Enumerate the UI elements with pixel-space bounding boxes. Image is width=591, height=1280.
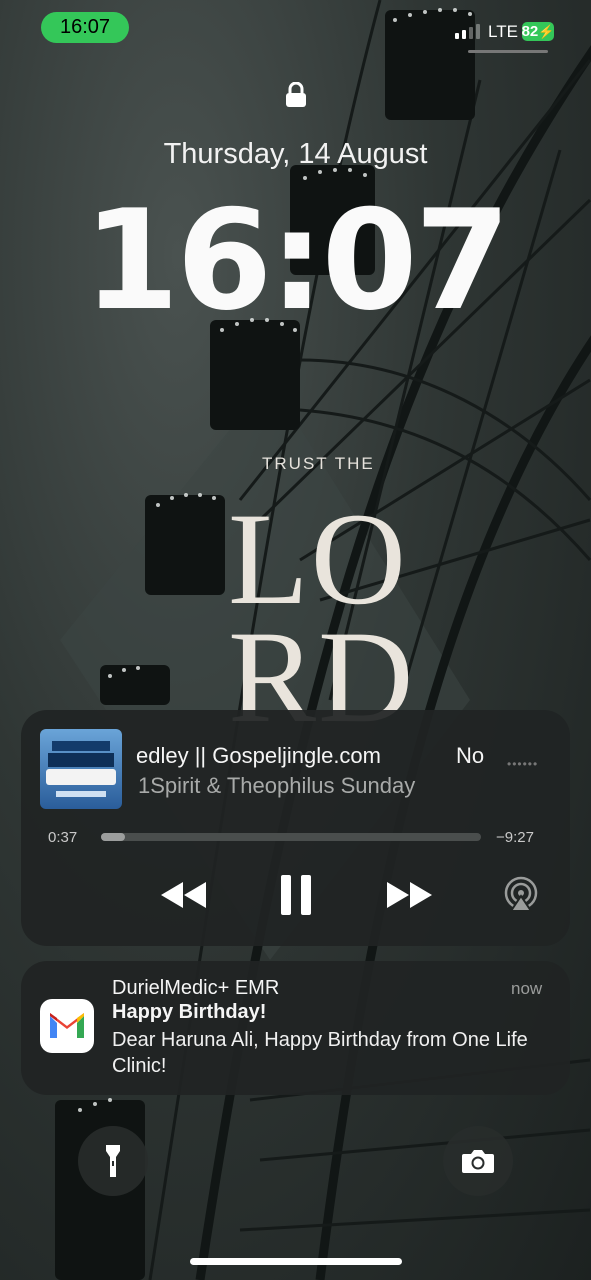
track-artist: 1Spirit & Theophilus Sunday — [138, 773, 416, 798]
notification-app-name: DurielMedic+ EMR — [112, 977, 280, 999]
rewind-button[interactable] — [156, 870, 212, 920]
notification-card[interactable]: DurielMedic+ EMR now Happy Birthday! Dea… — [21, 961, 570, 1095]
wallpaper-text-lord: LO RD — [228, 485, 415, 743]
battery-level: 82 — [521, 23, 539, 40]
track-title-continued: No — [456, 743, 485, 768]
album-artwork[interactable] — [40, 729, 122, 809]
cellular-signal-icon — [455, 24, 480, 39]
notification-body: Dear Haruna Ali, Happy Birthday from One… — [112, 1029, 528, 1077]
flashlight-button[interactable] — [78, 1126, 148, 1196]
charging-bolt-icon: ⚡ — [538, 23, 555, 39]
home-indicator[interactable] — [190, 1258, 402, 1265]
camera-icon — [462, 1150, 494, 1173]
status-bar: 16:07 LTE 82 ⚡ — [0, 0, 591, 56]
gmail-icon — [40, 999, 94, 1053]
marquee-fade-indicator: •••••• — [507, 757, 539, 771]
playback-progress — [101, 833, 125, 841]
battery-icon: 82 ⚡ — [522, 22, 554, 41]
notification-time: now — [511, 979, 543, 998]
lock-screen-date: Thursday, 14 August — [163, 138, 428, 170]
track-title: edley || Gospeljingle.com — [136, 743, 381, 768]
status-underline — [468, 50, 548, 53]
pause-icon — [281, 875, 311, 915]
status-time-pill[interactable]: 16:07 — [41, 12, 129, 43]
playback-scrubber[interactable] — [101, 833, 481, 841]
fast-forward-button[interactable] — [381, 870, 437, 920]
pause-button[interactable] — [271, 870, 321, 920]
notification-title: Happy Birthday! — [112, 1001, 267, 1023]
airplay-button[interactable] — [496, 870, 546, 920]
flashlight-icon — [106, 1145, 120, 1177]
lock-screen-clock: 16:07 — [83, 180, 510, 341]
elapsed-time: 0:37 — [48, 829, 78, 846]
lock-icon — [286, 82, 306, 107]
wallpaper-text-lord-line1: LO — [228, 485, 408, 632]
camera-button[interactable] — [443, 1126, 513, 1196]
network-type: LTE — [488, 22, 518, 41]
rewind-icon — [161, 882, 206, 908]
remaining-time: −9:27 — [496, 829, 534, 846]
fast-forward-icon — [387, 882, 432, 908]
wallpaper-text-trust: TRUST THE — [262, 454, 375, 473]
now-playing-widget[interactable]: edley || Gospeljingle.com No •••••• 1Spi… — [21, 710, 570, 946]
airplay-icon — [504, 876, 538, 912]
